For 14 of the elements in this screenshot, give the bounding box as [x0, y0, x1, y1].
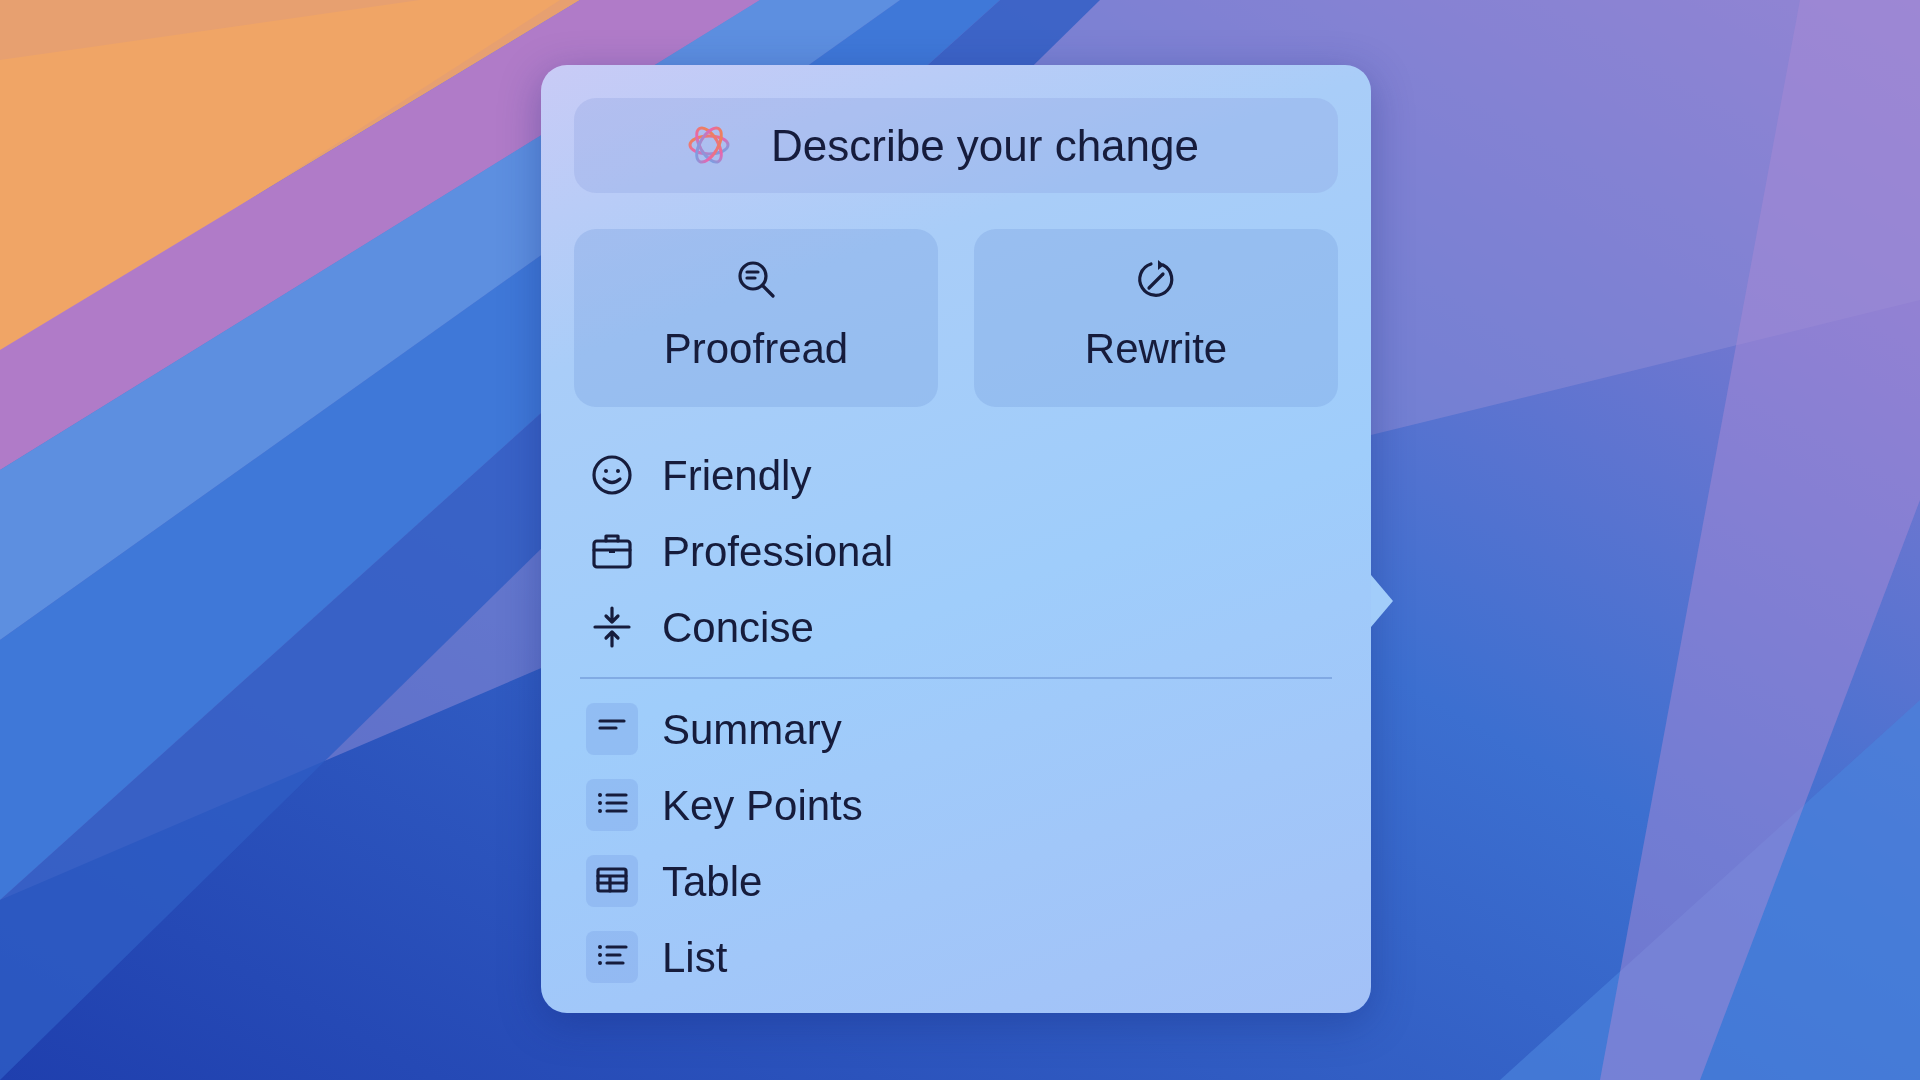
menu-item[interactable]: Summary [574, 691, 1338, 767]
action-button[interactable]: Proofread [574, 229, 938, 407]
menu-item[interactable]: Professional [574, 513, 1338, 589]
short-lines-tile-icon [586, 703, 638, 755]
menu-item[interactable]: Table [574, 843, 1338, 919]
menu-item[interactable]: Friendly [574, 437, 1338, 513]
menu-item[interactable]: Concise [574, 589, 1338, 665]
table-tile-icon [586, 855, 638, 907]
bulleted-list-tile-icon [586, 931, 638, 983]
menu-item[interactable]: Key Points [574, 767, 1338, 843]
smiley-icon [590, 453, 634, 497]
menu-item[interactable]: List [574, 919, 1338, 995]
bulleted-list-tile-icon [586, 779, 638, 831]
action-button[interactable]: Rewrite [974, 229, 1338, 407]
